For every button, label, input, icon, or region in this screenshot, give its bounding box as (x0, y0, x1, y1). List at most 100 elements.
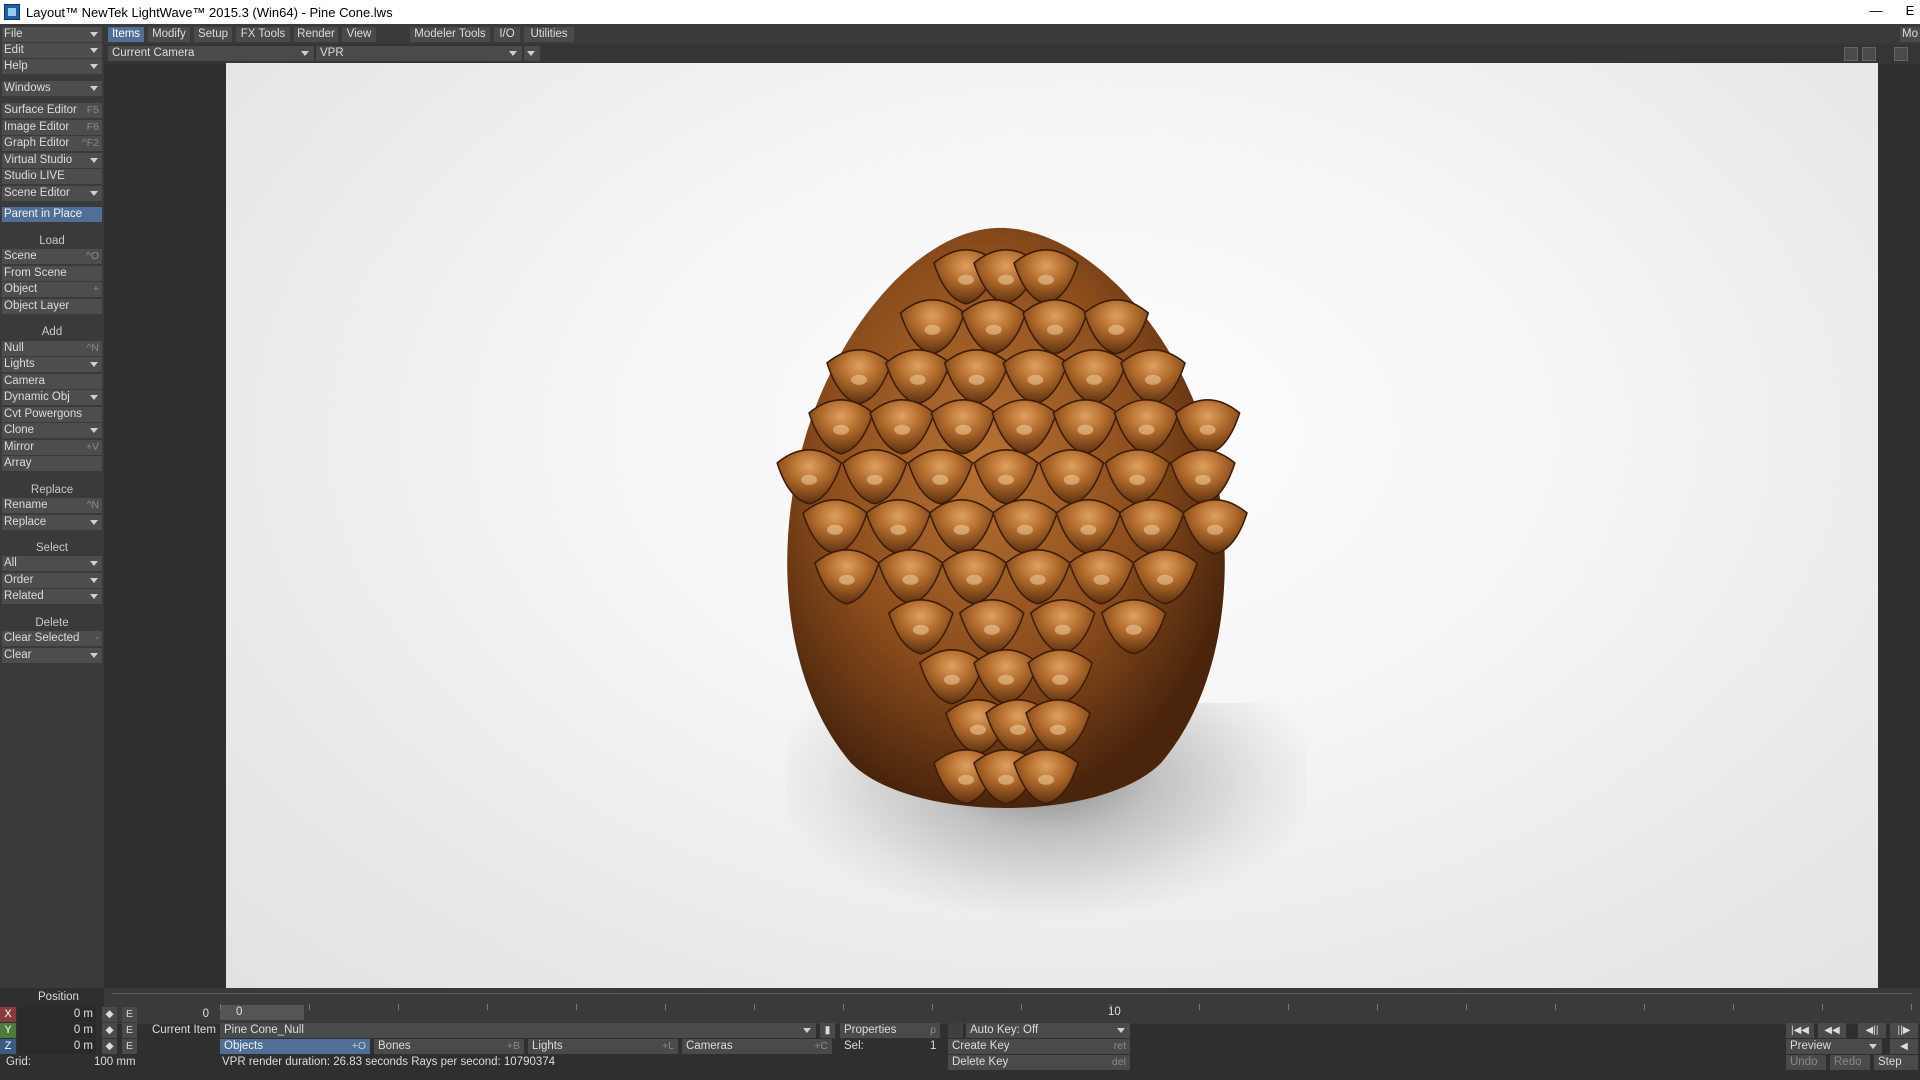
envelope-y-button[interactable]: E (122, 1023, 137, 1038)
rename-button[interactable]: Rename ^N (2, 498, 102, 513)
envelope-z-button[interactable]: E (122, 1039, 137, 1054)
item-picker-icon[interactable]: ▮ (820, 1023, 835, 1038)
chevron-down-icon (301, 51, 309, 56)
scale-highlight (1054, 624, 1071, 635)
shortcut-label: ^F2 (81, 137, 99, 149)
edit-menu[interactable]: Edit (2, 43, 102, 58)
array-button[interactable]: Array (2, 456, 102, 471)
current-frame-field[interactable]: 0 (142, 1007, 212, 1022)
scale-highlight (1157, 574, 1174, 585)
step-back-icon[interactable]: ◀◀ (1818, 1023, 1846, 1038)
lights-button[interactable]: Lights +L (528, 1039, 678, 1054)
preview-menu[interactable]: Preview (1786, 1039, 1882, 1054)
maximize-viewport-icon[interactable] (1862, 47, 1876, 61)
shortcut-label: +C (814, 1040, 828, 1052)
scale-highlight (1016, 424, 1033, 435)
move-view-icon[interactable] (1894, 47, 1908, 61)
go-to-start-icon[interactable]: |◀◀ (1786, 1023, 1814, 1038)
scale-highlight (866, 474, 883, 485)
scale-highlight (1050, 724, 1066, 735)
image-editor-button[interactable]: Image Editor F6 (2, 120, 102, 135)
position-z-field[interactable]: 0 m (18, 1039, 96, 1054)
chevron-down-icon (90, 64, 98, 69)
redo-button[interactable]: Redo (1830, 1055, 1870, 1070)
create-key-button[interactable]: Create Key ret (948, 1039, 1130, 1054)
position-y-field[interactable]: 0 m (18, 1023, 96, 1038)
window-edge-text: E (1905, 3, 1915, 18)
properties-button[interactable]: Properties p (840, 1023, 940, 1038)
shortcut-label: p (930, 1024, 936, 1036)
scale-highlight (1108, 324, 1125, 335)
clear-selected-button[interactable]: Clear Selected - (2, 631, 102, 646)
render-mode-select[interactable]: VPR (316, 46, 522, 61)
step-field[interactable]: Step (1874, 1055, 1918, 1070)
scale-highlight (1199, 424, 1216, 435)
load-from-scene-button[interactable]: From Scene (2, 266, 102, 281)
scale-highlight (838, 574, 855, 585)
play-reverse-icon[interactable]: ◀|| (1858, 1023, 1886, 1038)
select-order-menu[interactable]: Order (2, 573, 102, 588)
scale-highlight (912, 624, 929, 635)
scale-highlight (833, 424, 850, 435)
shortcut-label: +V (85, 441, 99, 453)
list-icon[interactable] (1844, 47, 1858, 61)
scale-highlight (851, 374, 868, 385)
auto-key-select[interactable]: Auto Key: Off (966, 1023, 1130, 1038)
add-null-button[interactable]: Null ^N (2, 341, 102, 356)
position-x-field[interactable]: 0 m (18, 1007, 96, 1022)
shortcut-label: F5 (86, 104, 99, 116)
mirror-button[interactable]: Mirror +V (2, 440, 102, 455)
viewport-options-select[interactable] (524, 46, 540, 61)
view-camera-select[interactable]: Current Camera (108, 46, 314, 61)
load-scene-button[interactable]: Scene ^O (2, 249, 102, 264)
windows-menu[interactable]: Windows (2, 81, 102, 96)
scale-highlight (1047, 324, 1064, 335)
add-dynamic-obj-menu[interactable]: Dynamic Obj (2, 390, 102, 405)
studio-live-button[interactable]: Studio LIVE (2, 169, 102, 184)
drag-arrows-icon[interactable]: ◆ (102, 1023, 117, 1038)
tab-utilities[interactable]: Utilities (524, 27, 574, 42)
parent-in-place-toggle[interactable]: Parent in Place (2, 207, 102, 222)
scale-highlight (955, 424, 972, 435)
bones-button[interactable]: Bones +B (374, 1039, 524, 1054)
render-viewport[interactable] (226, 63, 1878, 989)
clear-menu[interactable]: Clear (2, 648, 102, 663)
cameras-button[interactable]: Cameras +C (682, 1039, 832, 1054)
minimize-button[interactable]: — (1856, 0, 1896, 24)
play-back-icon[interactable]: ◀ (1890, 1039, 1918, 1054)
load-object-button[interactable]: Object + (2, 282, 102, 297)
load-object-layer-button[interactable]: Object Layer (2, 299, 102, 314)
drag-arrows-icon[interactable]: ◆ (102, 1007, 117, 1022)
tab-modify[interactable]: Modify (148, 27, 190, 42)
play-forward-icon[interactable]: ||▶ (1890, 1023, 1918, 1038)
tab-items[interactable]: Items (108, 27, 144, 42)
replace-menu[interactable]: Replace (2, 515, 102, 530)
add-camera-button[interactable]: Camera (2, 374, 102, 389)
tab-overflow[interactable]: Mo (1900, 27, 1920, 42)
current-item-select[interactable]: Pine Cone_Null (220, 1023, 816, 1038)
drag-arrows-icon[interactable]: ◆ (102, 1039, 117, 1054)
select-related-menu[interactable]: Related (2, 589, 102, 604)
help-menu[interactable]: Help (2, 59, 102, 74)
surface-editor-button[interactable]: Surface Editor F5 (2, 103, 102, 118)
graph-editor-button[interactable]: Graph Editor ^F2 (2, 136, 102, 151)
scene-editor-menu[interactable]: Scene Editor (2, 186, 102, 201)
delete-key-button[interactable]: Delete Key del (948, 1055, 1130, 1070)
auto-key-icon[interactable] (948, 1023, 963, 1038)
tab-io[interactable]: I/O (494, 27, 520, 42)
add-lights-menu[interactable]: Lights (2, 357, 102, 372)
virtual-studio-menu[interactable]: Virtual Studio (2, 153, 102, 168)
objects-button[interactable]: Objects +O (220, 1039, 370, 1054)
undo-button[interactable]: Undo (1786, 1055, 1826, 1070)
clone-menu[interactable]: Clone (2, 423, 102, 438)
tab-fx-tools[interactable]: FX Tools (236, 27, 290, 42)
tab-setup[interactable]: Setup (194, 27, 232, 42)
tab-render[interactable]: Render (294, 27, 338, 42)
tab-modeler-tools[interactable]: Modeler Tools (410, 27, 490, 42)
file-menu[interactable]: File (2, 27, 102, 42)
envelope-x-button[interactable]: E (122, 1007, 137, 1022)
tab-view[interactable]: View (342, 27, 376, 42)
cvt-powergons-button[interactable]: Cvt Powergons (2, 407, 102, 422)
chevron-down-icon (1117, 1028, 1125, 1033)
select-all-menu[interactable]: All (2, 556, 102, 571)
